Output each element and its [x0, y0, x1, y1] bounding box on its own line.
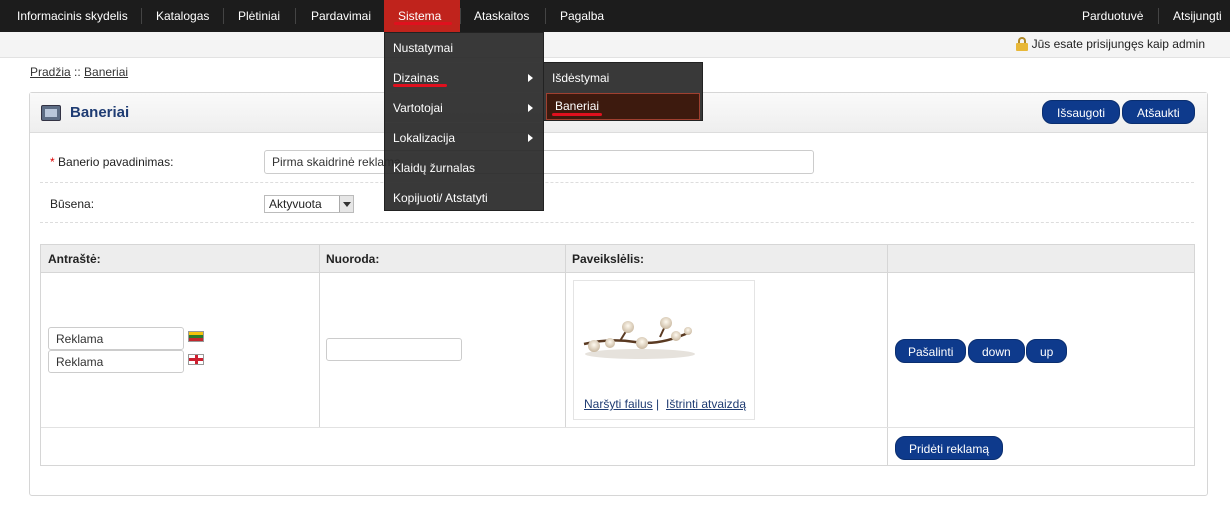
title-input-lt[interactable]: Reklama: [48, 327, 184, 350]
menu-item-layouts-label: Išdėstymai: [552, 71, 610, 85]
banner-panel: Baneriai Išsaugoti Atšaukti * Banerio pa…: [29, 92, 1208, 496]
breadcrumb-separator: ::: [70, 65, 85, 79]
banner-name-label-text: Banerio pavadinimas:: [58, 155, 174, 169]
add-banner-image-button[interactable]: Pridėti reklamą: [895, 436, 1004, 460]
delete-image-link[interactable]: Ištrinti atvaizdą: [666, 397, 746, 411]
breadcrumb-home[interactable]: Pradžia: [30, 65, 71, 79]
breadcrumb-current[interactable]: Baneriai: [84, 65, 128, 79]
nav-logout[interactable]: Atsijungti: [1159, 0, 1230, 32]
menu-design-underline: [393, 84, 447, 87]
menu-item-banners-label: Baneriai: [555, 99, 600, 113]
top-navigation: Informacinis skydelis Katalogas Plėtinia…: [0, 0, 1230, 32]
menu-item-error-log-label: Klaidų žurnalas: [393, 161, 476, 175]
page-title: Baneriai: [70, 104, 130, 121]
form-row-name: * Banerio pavadinimas: Pirma skaidrinė r…: [40, 133, 1194, 183]
nav-sales[interactable]: Pardavimai: [297, 0, 385, 32]
chevron-right-icon: [528, 104, 533, 112]
login-info-text: Jūs esate prisijungęs kaip admin: [1031, 37, 1205, 51]
menu-item-settings[interactable]: Nustatymai: [385, 33, 543, 63]
chevron-right-icon: [528, 134, 533, 142]
nav-store[interactable]: Parduotuvė: [1068, 0, 1157, 32]
menu-item-layouts[interactable]: Išdėstymai: [544, 63, 702, 93]
link-input[interactable]: [326, 338, 462, 361]
nav-separator: [295, 8, 296, 24]
banner-image-box: Naršyti failus | Ištrinti atvaizdą: [573, 280, 755, 420]
menu-item-localisation-label: Lokalizacija: [393, 131, 456, 145]
column-header-actions: [887, 245, 1194, 273]
login-info: Jūs esate prisijungęs kaip admin: [1015, 37, 1205, 51]
chevron-right-icon: [528, 74, 533, 82]
nav-help[interactable]: Pagalba: [546, 0, 618, 32]
status-select[interactable]: Aktyvuota: [264, 195, 354, 213]
menu-item-backup[interactable]: Kopijuoti/ Atstatyti: [385, 183, 543, 213]
menu-item-design-label: Dizainas: [393, 71, 440, 85]
column-header-image: Paveikslėlis:: [565, 245, 887, 273]
menu-item-users[interactable]: Vartotojai: [385, 93, 543, 123]
title-input-en[interactable]: Reklama: [48, 350, 184, 373]
row-divider: [41, 427, 1194, 428]
column-header-link: Nuoroda:: [319, 245, 565, 273]
browse-files-link[interactable]: Naršyti failus: [584, 397, 653, 411]
column-divider: [565, 245, 566, 428]
nav-system-underline: [394, 22, 452, 25]
user-info-bar: Jūs esate prisijungęs kaip admin: [0, 32, 1230, 58]
nav-catalog[interactable]: Katalogas: [142, 0, 223, 32]
lock-icon: [1015, 37, 1028, 51]
menu-item-localisation[interactable]: Lokalizacija: [385, 123, 543, 153]
nav-reports[interactable]: Ataskaitos: [460, 0, 543, 32]
link-separator: |: [656, 397, 660, 411]
status-select-value: Aktyvuota: [269, 197, 322, 211]
nav-extensions[interactable]: Plėtiniai: [224, 0, 294, 32]
lithuania-flag-icon: [188, 331, 204, 342]
banner-thumbnail: [583, 317, 695, 359]
menu-item-users-label: Vartotojai: [393, 101, 443, 115]
column-divider: [887, 245, 888, 465]
menu-item-settings-label: Nustatymai: [393, 41, 454, 55]
move-up-button[interactable]: up: [1026, 339, 1068, 363]
save-button[interactable]: Išsaugoti: [1042, 100, 1121, 124]
column-divider: [319, 245, 320, 428]
form-row-status: Būsena: Aktyvuota: [40, 183, 1194, 223]
breadcrumb: Pradžia :: Baneriai: [30, 65, 128, 79]
uk-flag-icon: [188, 354, 204, 365]
status-label: Būsena:: [50, 197, 95, 211]
menu-item-design[interactable]: Dizainas: [385, 63, 543, 93]
required-marker: *: [50, 155, 55, 169]
column-header-title: Antraštė:: [41, 245, 319, 273]
nav-system[interactable]: Sistema: [384, 0, 460, 32]
banner-name-label: * Banerio pavadinimas:: [50, 155, 173, 169]
move-down-button[interactable]: down: [968, 339, 1025, 363]
menu-item-backup-label: Kopijuoti/ Atstatyti: [393, 191, 488, 205]
menu-item-error-log[interactable]: Klaidų žurnalas: [385, 153, 543, 183]
remove-button[interactable]: Pašalinti: [895, 339, 967, 363]
cancel-button[interactable]: Atšaukti: [1122, 100, 1195, 124]
chevron-down-icon[interactable]: [339, 196, 353, 212]
system-dropdown-menu: Nustatymai Dizainas Vartotojai Lokalizac…: [384, 32, 544, 211]
menu-banners-underline: [552, 113, 602, 116]
banner-icon: [41, 105, 61, 121]
banner-images-table: Antraštė: Nuoroda: Paveikslėlis: Reklama…: [40, 244, 1195, 466]
nav-dashboard[interactable]: Informacinis skydelis: [3, 0, 142, 32]
design-submenu: Išdėstymai Baneriai: [543, 62, 703, 121]
